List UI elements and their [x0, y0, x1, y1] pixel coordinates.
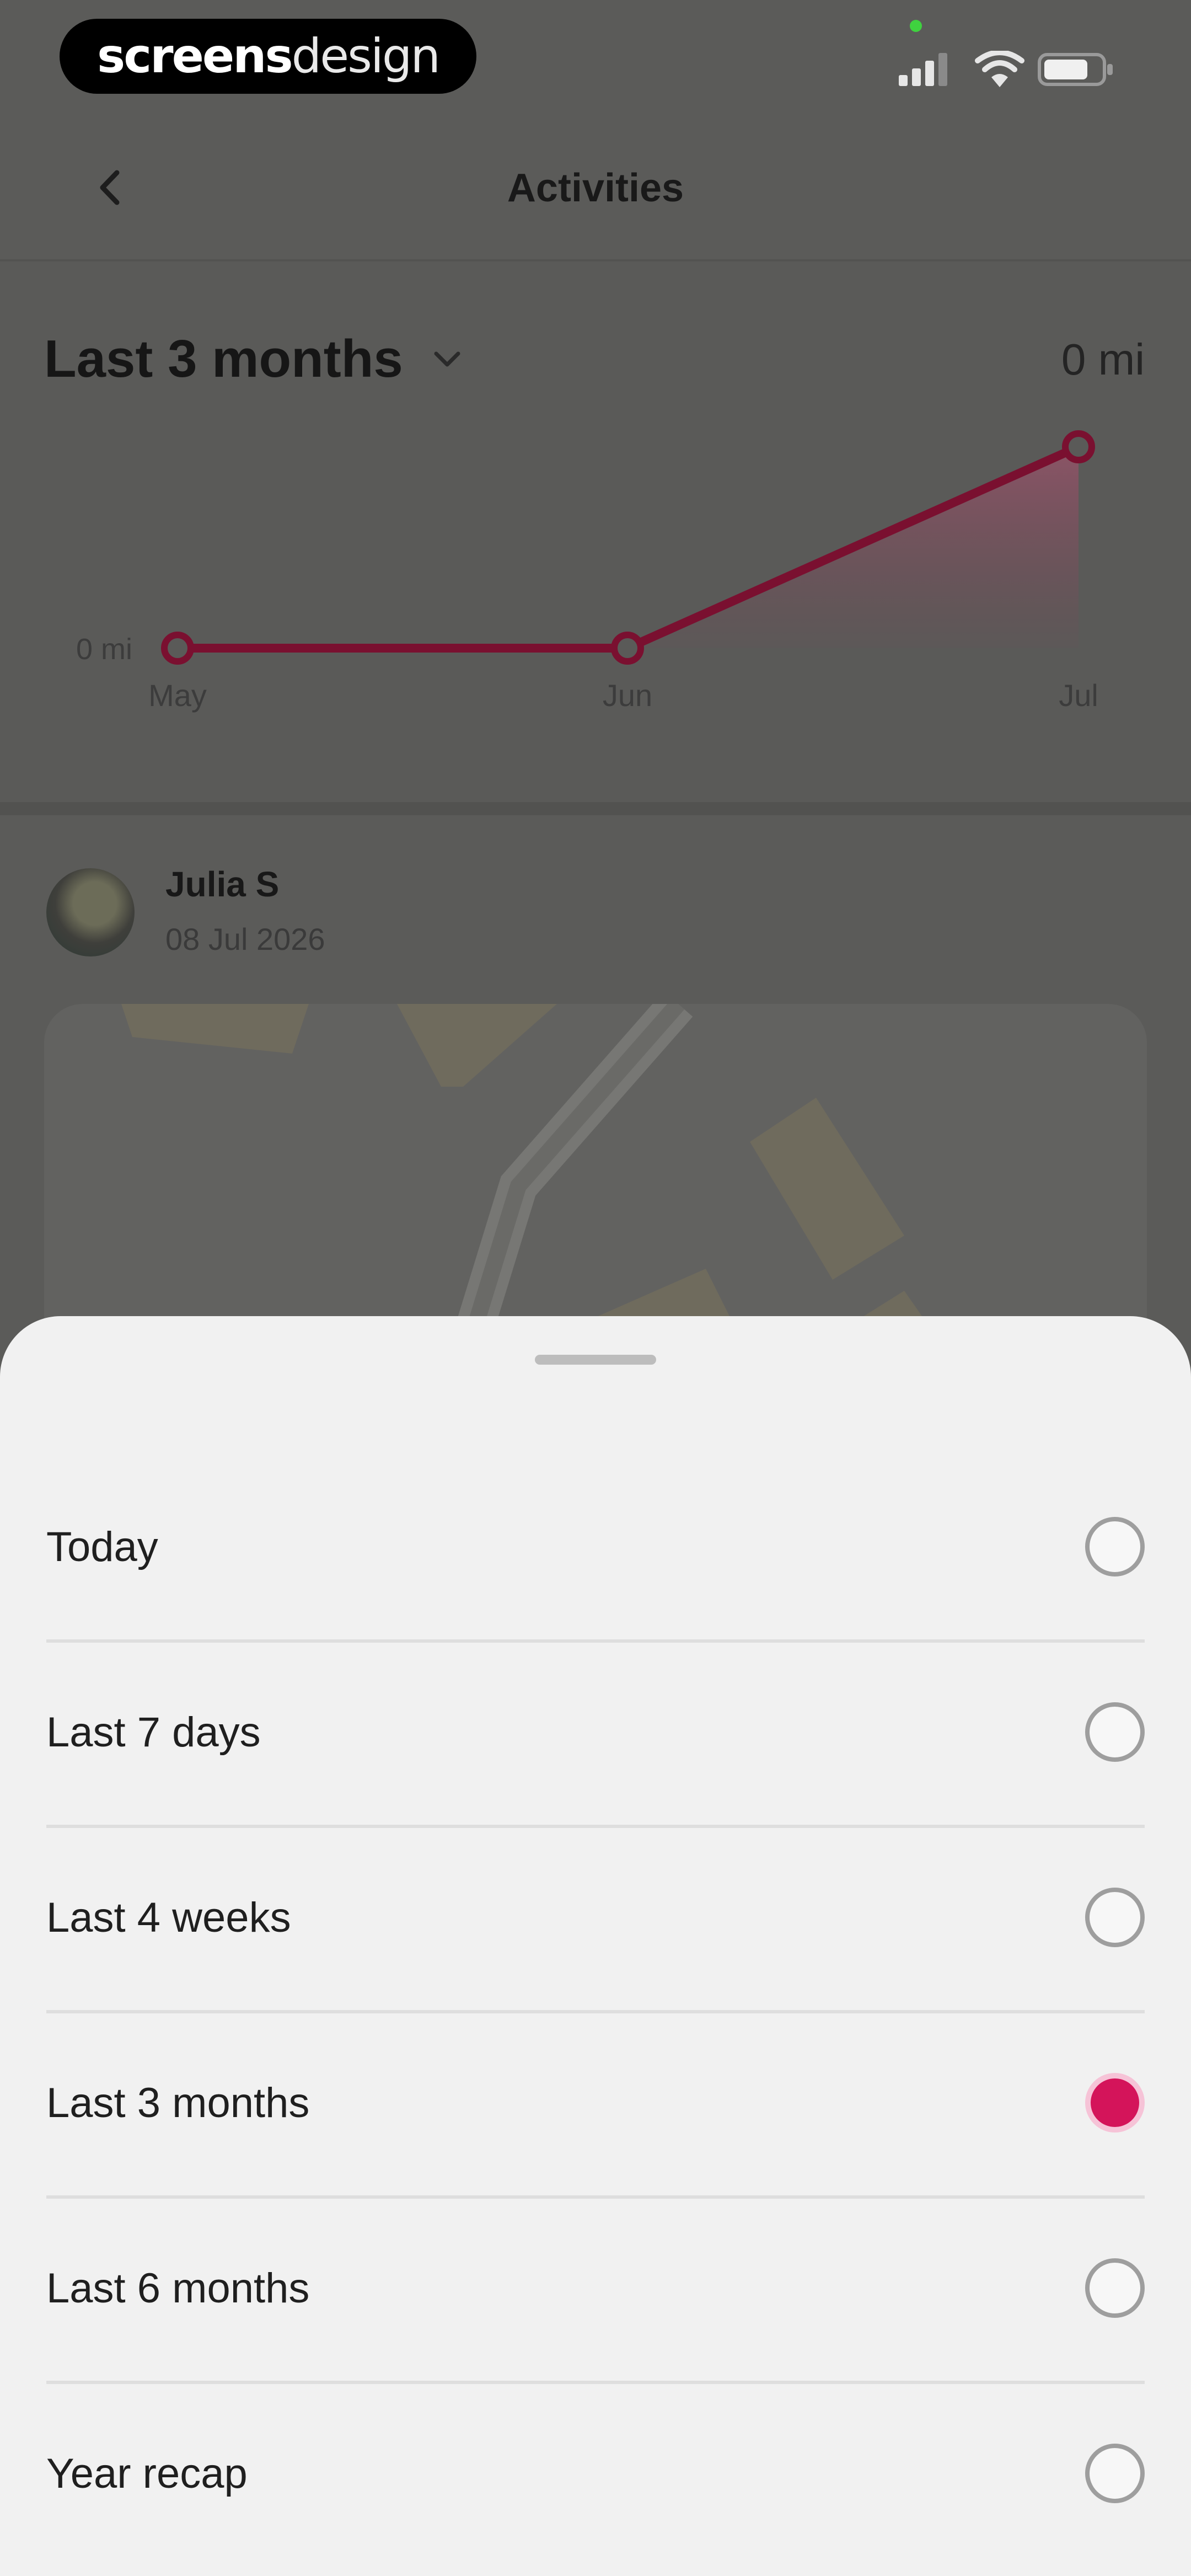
- period-label: Last 3 months: [44, 329, 403, 388]
- status-bar: screens design: [0, 0, 1191, 116]
- brand-logo: screens design: [60, 19, 476, 94]
- radio-selected-icon[interactable]: [1085, 2073, 1145, 2133]
- chart-point-jul[interactable]: [1062, 430, 1095, 463]
- x-tick-label-jun: Jun: [603, 678, 652, 713]
- chart-point-jun[interactable]: [611, 632, 644, 665]
- period-option-list: Today Last 7 days Last 4 weeks Last 3 mo…: [0, 1454, 1191, 2566]
- post-author[interactable]: Julia S: [165, 864, 279, 905]
- wifi-icon: [975, 51, 1024, 87]
- option-last-3-months[interactable]: Last 3 months: [0, 2010, 1191, 2195]
- activity-post-header: [0, 827, 1191, 993]
- option-label: Last 3 months: [46, 2079, 310, 2126]
- option-last-6-months[interactable]: Last 6 months: [0, 2195, 1191, 2381]
- radio-unselected-icon[interactable]: [1085, 2444, 1145, 2503]
- post-date: 08 Jul 2026: [165, 922, 325, 956]
- page-title: Activities: [507, 166, 684, 210]
- chevron-down-icon: [434, 351, 460, 367]
- battery-icon: [1038, 53, 1113, 86]
- option-label: Last 6 months: [46, 2264, 310, 2312]
- option-label: Today: [46, 1523, 158, 1570]
- total-distance: 0 mi: [1061, 335, 1145, 384]
- brand-logo-bold: screens: [97, 29, 293, 84]
- option-today[interactable]: Today: [0, 1454, 1191, 1639]
- y-tick-label: 0 mi: [76, 633, 132, 666]
- option-last-7-days[interactable]: Last 7 days: [0, 1639, 1191, 1825]
- radio-dot: [1099, 2087, 1130, 2118]
- x-tick-label-may: May: [148, 678, 207, 713]
- x-tick-label-jul: Jul: [1059, 678, 1098, 713]
- chart-point-may[interactable]: [161, 632, 194, 665]
- option-label: Year recap: [46, 2450, 248, 2497]
- sheet-grabber[interactable]: [535, 1355, 656, 1365]
- option-last-4-weeks[interactable]: Last 4 weeks: [0, 1825, 1191, 2010]
- option-label: Last 7 days: [46, 1708, 261, 1756]
- radio-unselected-icon[interactable]: [1085, 1888, 1145, 1947]
- radio-unselected-icon[interactable]: [1085, 1517, 1145, 1576]
- privacy-indicator-icon: [910, 20, 922, 32]
- chart-area-fill: [178, 447, 1079, 648]
- period-selector[interactable]: Last 3 months: [44, 329, 464, 389]
- radio-unselected-icon[interactable]: [1085, 2258, 1145, 2318]
- cellular-signal-icon: [899, 53, 947, 86]
- avatar[interactable]: [46, 868, 135, 956]
- radio-unselected-icon[interactable]: [1085, 1702, 1145, 1762]
- option-label: Last 4 weeks: [46, 1894, 291, 1941]
- brand-logo-light: design: [291, 29, 441, 84]
- distance-line-chart: 0 mi May Jun Jul: [76, 430, 1098, 713]
- period-picker-sheet: Today Last 7 days Last 4 weeks Last 3 mo…: [0, 1316, 1191, 2576]
- option-year-recap[interactable]: Year recap: [0, 2381, 1191, 2566]
